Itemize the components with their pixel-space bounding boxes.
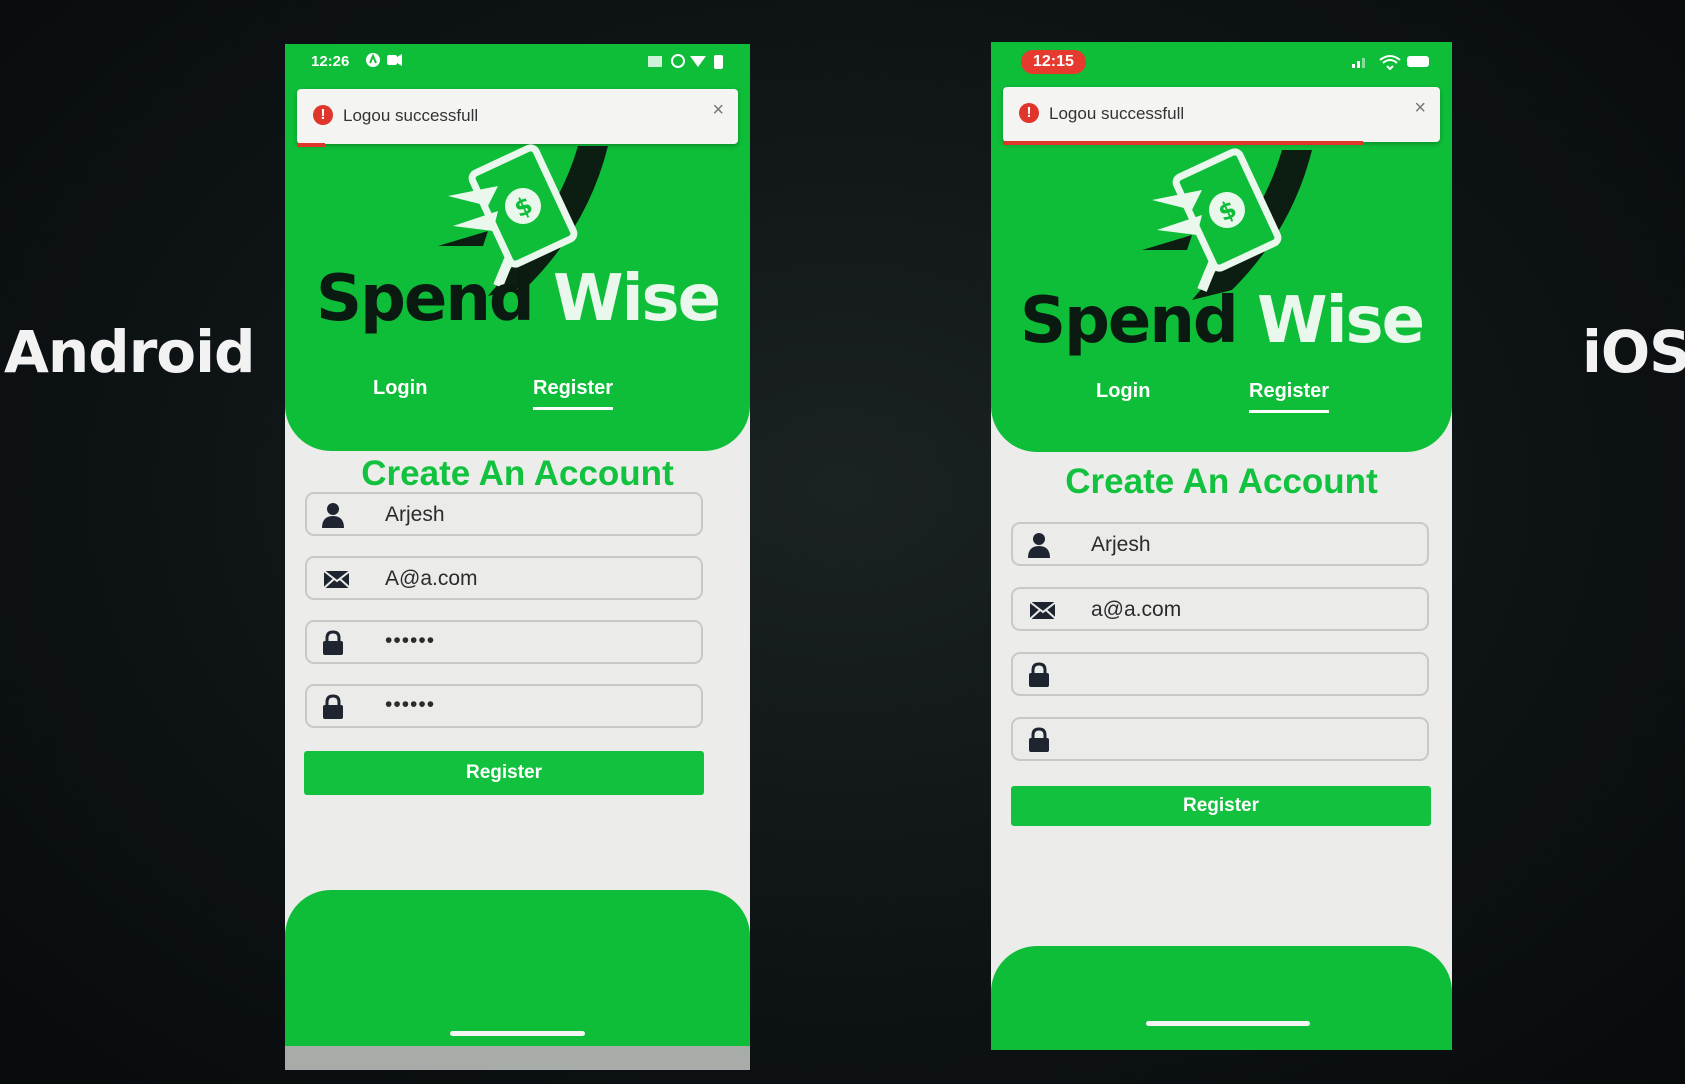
money-logo-icon: $ bbox=[1141, 148, 1312, 300]
ios-label: iOS bbox=[1582, 318, 1685, 386]
toast-message: Logou successfull bbox=[1049, 104, 1185, 123]
home-indicator[interactable] bbox=[1146, 1021, 1310, 1026]
header: 12:15 ! Logou successfull × $ Spend Wise… bbox=[991, 42, 1452, 452]
tab-register[interactable]: Register bbox=[533, 377, 614, 410]
brand-word-wise: Wise bbox=[552, 262, 721, 336]
envelope-icon bbox=[1029, 601, 1055, 620]
user-icon bbox=[322, 503, 344, 528]
lock-icon bbox=[1029, 727, 1049, 752]
error-icon: ! bbox=[313, 105, 333, 125]
footer-decoration bbox=[285, 890, 750, 1070]
android-phone: 12:26 ! Logou successfull × $ Spend Wise… bbox=[285, 44, 750, 1070]
home-indicator[interactable] bbox=[450, 1031, 585, 1036]
confirm-password-value: •••••• bbox=[385, 693, 436, 716]
register-button[interactable]: Register bbox=[1011, 786, 1431, 826]
brand-name: Spend Wise bbox=[285, 262, 750, 336]
android-label: Android bbox=[4, 318, 256, 386]
name-field[interactable]: Arjesh bbox=[305, 492, 703, 536]
lock-icon bbox=[323, 694, 343, 719]
register-button[interactable]: Register bbox=[304, 751, 704, 795]
toast-progress-bar bbox=[297, 143, 325, 147]
name-value: Arjesh bbox=[1091, 533, 1151, 556]
lock-icon bbox=[323, 630, 343, 655]
status-bar: 12:26 bbox=[285, 44, 750, 84]
brand-word-spend: Spend bbox=[316, 262, 535, 336]
nav-bar bbox=[285, 1046, 750, 1070]
toast-close-icon[interactable]: × bbox=[712, 99, 724, 122]
lock-icon bbox=[1029, 662, 1049, 687]
toast-close-icon[interactable]: × bbox=[1414, 97, 1426, 120]
ios-phone: 12:15 ! Logou successfull × $ Spend Wise… bbox=[991, 42, 1452, 1050]
password-field[interactable]: •••••• bbox=[305, 620, 703, 664]
email-field[interactable]: a@a.com bbox=[1011, 587, 1429, 631]
name-value: Arjesh bbox=[385, 503, 445, 526]
status-time: 12:15 bbox=[1021, 50, 1086, 74]
password-field[interactable] bbox=[1011, 652, 1429, 696]
page-title: Create An Account bbox=[361, 454, 674, 493]
footer-decoration bbox=[991, 946, 1452, 1050]
email-field[interactable]: A@a.com bbox=[305, 556, 703, 600]
confirm-password-field[interactable]: •••••• bbox=[305, 684, 703, 728]
toast-notification: ! Logou successfull × bbox=[1003, 87, 1440, 145]
confirm-password-field[interactable] bbox=[1011, 717, 1429, 761]
envelope-icon bbox=[323, 570, 349, 589]
status-time: 12:26 bbox=[311, 53, 350, 70]
notification-icons bbox=[365, 51, 405, 73]
status-bar: 12:15 bbox=[991, 42, 1452, 82]
email-value: a@a.com bbox=[1091, 598, 1182, 621]
header: 12:26 ! Logou successfull × $ Spend Wise… bbox=[285, 44, 750, 451]
system-icons bbox=[1352, 52, 1432, 74]
brand-word-wise: Wise bbox=[1256, 284, 1425, 358]
tab-login[interactable]: Login bbox=[1096, 380, 1150, 410]
toast-message: Logou successfull bbox=[343, 106, 479, 125]
email-value: A@a.com bbox=[385, 567, 478, 590]
password-value: •••••• bbox=[385, 629, 436, 652]
tab-login[interactable]: Login bbox=[373, 377, 427, 407]
user-icon bbox=[1028, 533, 1050, 558]
system-icons bbox=[646, 52, 728, 74]
name-field[interactable]: Arjesh bbox=[1011, 522, 1429, 566]
tab-register[interactable]: Register bbox=[1249, 380, 1330, 413]
page-title: Create An Account bbox=[1065, 462, 1378, 501]
brand-word-spend: Spend bbox=[1020, 284, 1239, 358]
brand-name: Spend Wise bbox=[991, 284, 1452, 358]
error-icon: ! bbox=[1019, 103, 1039, 123]
